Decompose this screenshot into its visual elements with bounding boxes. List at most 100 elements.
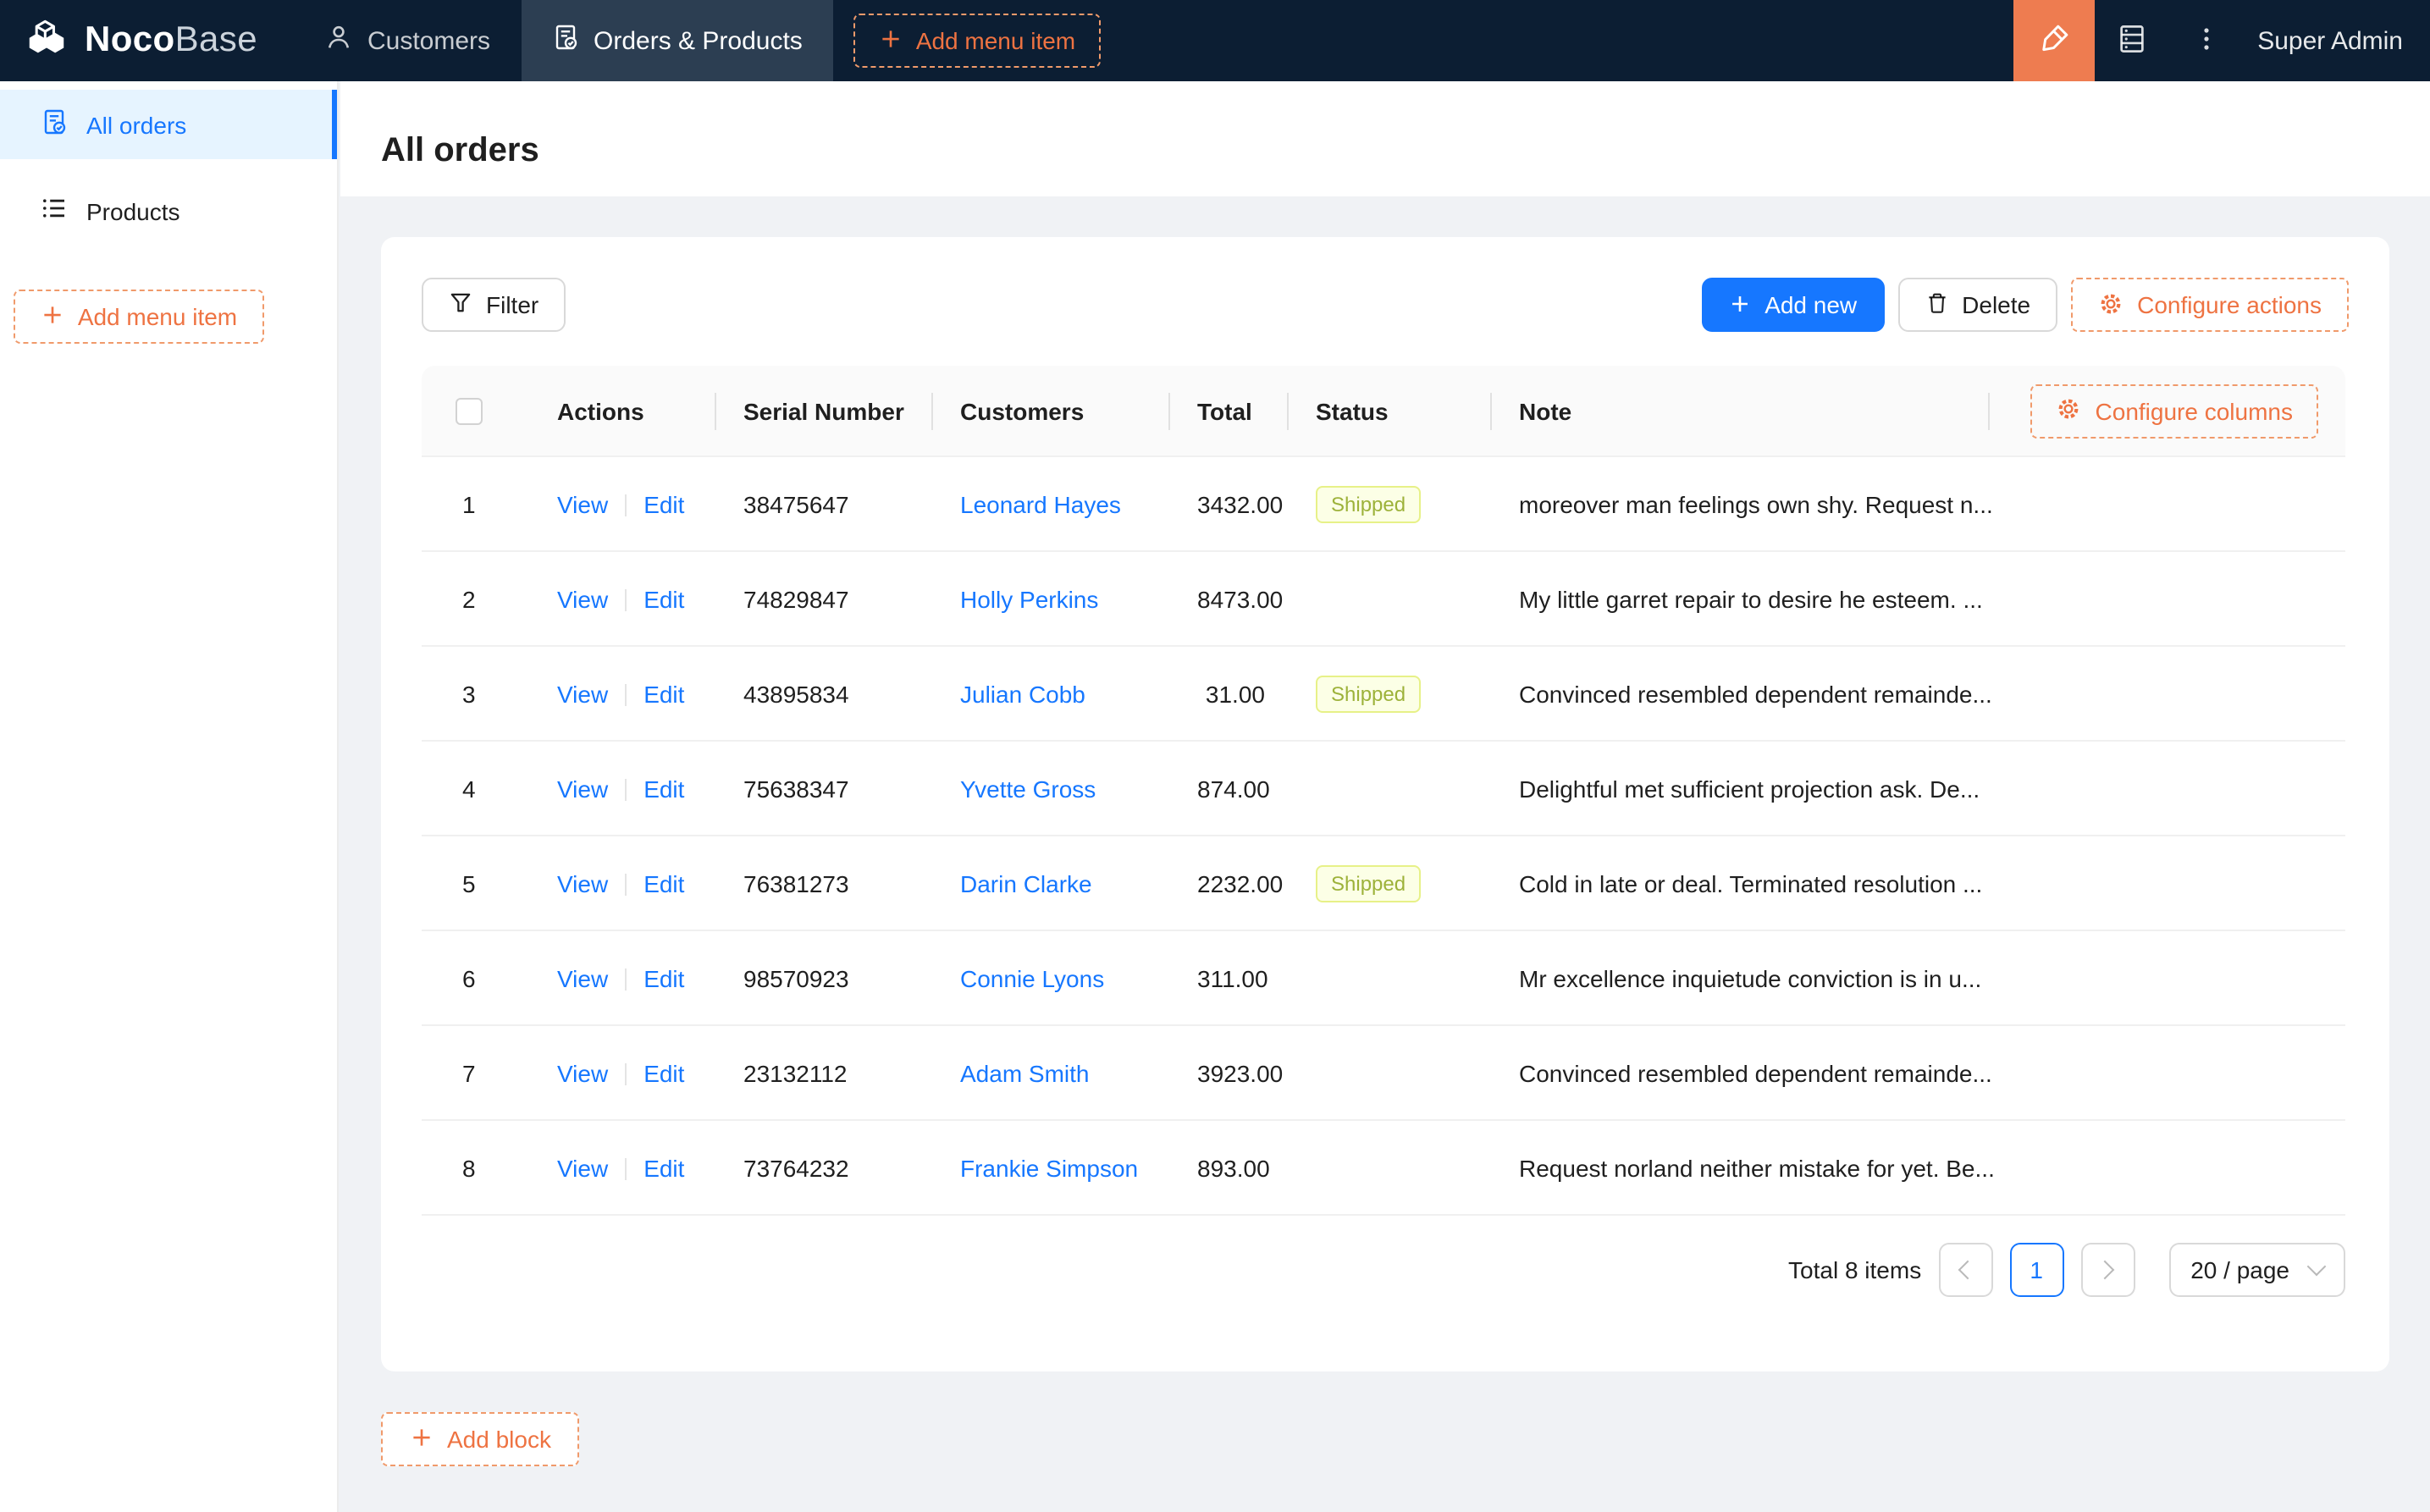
customer-link[interactable]: Holly Perkins <box>960 585 1098 612</box>
action-divider <box>625 1157 627 1179</box>
pagination-total: Total 8 items <box>1788 1256 1921 1283</box>
customer-link[interactable]: Leonard Hayes <box>960 490 1121 517</box>
view-link[interactable]: View <box>557 680 608 707</box>
total-cell: 2232.00 <box>1170 836 1289 931</box>
action-divider <box>625 873 627 895</box>
table-row: 8 ViewEdit 73764232 Frankie Simpson 893.… <box>422 1121 2345 1216</box>
page-size-select[interactable]: 20 / page <box>2168 1243 2345 1297</box>
total-cell: 31.00 <box>1170 647 1289 742</box>
view-link[interactable]: View <box>557 490 608 517</box>
page-header: All orders <box>340 81 2430 196</box>
view-link[interactable]: View <box>557 964 608 991</box>
add-new-button[interactable]: Add new <box>1702 278 1884 332</box>
total-cell: 311.00 <box>1170 931 1289 1026</box>
nav-tab-customers[interactable]: Customers <box>295 0 521 81</box>
view-link[interactable]: View <box>557 1059 608 1086</box>
total-cell: 3432.00 <box>1170 457 1289 552</box>
edit-link[interactable]: Edit <box>643 1059 684 1086</box>
kebab-menu-button[interactable] <box>2169 0 2244 81</box>
sidebar-item-products[interactable]: Products <box>0 176 337 246</box>
customer-link[interactable]: Frankie Simpson <box>960 1154 1138 1181</box>
chevron-down-icon <box>2307 1256 2327 1276</box>
serial-number-cell: 76381273 <box>716 836 933 931</box>
customer-link[interactable]: Julian Cobb <box>960 680 1085 707</box>
row-index: 2 <box>462 585 476 612</box>
column-header-total: Total <box>1170 366 1289 457</box>
row-index: 4 <box>462 775 476 802</box>
view-link[interactable]: View <box>557 775 608 802</box>
table-row: 5 View Edit 76381273 Darin Clarke 2232.00… <box>422 836 2345 931</box>
row-index: 3 <box>462 680 476 707</box>
view-link[interactable]: View <box>557 585 608 612</box>
filter-button[interactable]: Filter <box>422 278 566 332</box>
file-done-icon <box>41 108 68 141</box>
serial-number-cell: 74829847 <box>716 552 933 647</box>
total-cell: 8473.00 <box>1170 552 1289 647</box>
edit-link[interactable]: Edit <box>643 964 684 991</box>
file-done-icon <box>551 24 578 58</box>
table-row: 3 ViewEdit 43895834 Julian Cobb 31.00 Sh… <box>422 647 2345 742</box>
table-toolbar: Filter Add new <box>422 278 2349 332</box>
add-menu-item-button-sidebar[interactable]: Add menu item <box>14 290 264 344</box>
note-cell: Delightful met sufficient projection ask… <box>1492 742 2345 836</box>
customer-link[interactable]: Darin Clarke <box>960 869 1092 897</box>
customer-link[interactable]: Connie Lyons <box>960 964 1104 991</box>
serial-number-cell: 73764232 <box>716 1121 933 1216</box>
customer-link[interactable]: Yvette Gross <box>960 775 1096 802</box>
sidebar-item-label: Products <box>86 197 180 224</box>
total-cell: 893.00 <box>1170 1121 1289 1216</box>
plus-icon <box>410 1426 434 1453</box>
delete-button[interactable]: Delete <box>1897 278 2057 332</box>
column-header-serial-number: Serial Number <box>716 366 933 457</box>
app: NocoBase Customers <box>0 0 2430 1512</box>
edit-link[interactable]: Edit <box>643 775 684 802</box>
column-header-status: Status <box>1289 366 1492 457</box>
user-name[interactable]: Super Admin <box>2244 26 2430 55</box>
nav-tab-orders-products[interactable]: Orders & Products <box>521 0 833 81</box>
database-icon-button[interactable] <box>2095 0 2169 81</box>
edit-link[interactable]: Edit <box>643 869 684 897</box>
note-cell: Convinced resembled dependent remainde..… <box>1492 647 2345 742</box>
total-cell: 874.00 <box>1170 742 1289 836</box>
configure-columns-button[interactable]: Configure columns <box>2031 384 2318 438</box>
edit-link[interactable]: Edit <box>643 680 684 707</box>
edit-link[interactable]: Edit <box>643 1154 684 1181</box>
logo: NocoBase <box>0 0 295 81</box>
row-index: 7 <box>462 1059 476 1086</box>
configure-actions-button[interactable]: Configure actions <box>2071 278 2349 332</box>
serial-number-cell: 38475647 <box>716 457 933 552</box>
select-all-checkbox[interactable] <box>456 397 483 424</box>
action-divider <box>625 968 627 990</box>
page-1-button[interactable]: 1 <box>2009 1243 2063 1297</box>
edit-link[interactable]: Edit <box>643 585 684 612</box>
trash-icon <box>1925 291 1948 318</box>
page-title: All orders <box>381 131 539 170</box>
action-divider <box>625 1062 627 1084</box>
plus-icon <box>1729 292 1751 317</box>
view-link[interactable]: View <box>557 869 608 897</box>
next-page-button[interactable] <box>2080 1243 2135 1297</box>
sidebar: All orders Products Add menu item <box>0 81 339 1512</box>
action-divider <box>625 588 627 610</box>
serial-number-cell: 43895834 <box>716 647 933 742</box>
pagination: Total 8 items 1 20 / page <box>422 1243 2345 1297</box>
table-row: 4 ViewEdit 75638347 Yvette Gross 874.00 … <box>422 742 2345 836</box>
edit-link[interactable]: Edit <box>643 490 684 517</box>
action-divider <box>625 494 627 516</box>
row-index: 5 <box>462 869 476 897</box>
add-menu-item-button-topbar[interactable]: Add menu item <box>853 14 1101 68</box>
nav-tab-label: Orders & Products <box>594 26 803 55</box>
status-badge: Shipped <box>1316 485 1421 522</box>
topbar-right: Super Admin <box>2013 0 2430 81</box>
gear-icon <box>2098 290 2123 319</box>
table-row: 7 ViewEdit 23132112 Adam Smith 3923.00 C… <box>422 1026 2345 1121</box>
customer-link[interactable]: Adam Smith <box>960 1059 1090 1086</box>
ui-editor-button[interactable] <box>2013 0 2095 81</box>
sidebar-item-all-orders[interactable]: All orders <box>0 90 337 159</box>
note-cell: Convinced resembled dependent remainde..… <box>1492 1026 2345 1121</box>
view-link[interactable]: View <box>557 1154 608 1181</box>
total-cell: 3923.00 <box>1170 1026 1289 1121</box>
prev-page-button[interactable] <box>1938 1243 1992 1297</box>
add-block-button[interactable]: Add block <box>381 1412 580 1466</box>
row-index: 1 <box>462 490 476 517</box>
